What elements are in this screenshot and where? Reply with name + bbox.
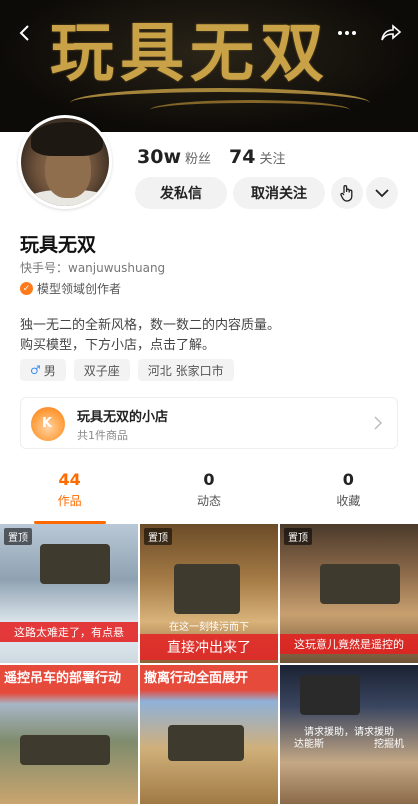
tab-favorites[interactable]: 0 收藏 [279, 470, 418, 524]
tag-gender: ♂ 男 [20, 359, 66, 381]
followers-label: 粉丝 [185, 152, 212, 167]
profile-name: 玩具无双 [20, 234, 97, 256]
shop-logo-letter: K [42, 416, 53, 431]
truck-shape [40, 544, 110, 584]
video-thumbnail[interactable]: 置顶 这玩意儿竟然是遥控的 [280, 524, 418, 663]
followers-stat[interactable]: 30w 粉丝 [137, 146, 211, 168]
tag-zodiac: 双子座 [73, 359, 130, 381]
following-stat[interactable]: 74 关注 [229, 146, 285, 168]
video-thumbnail[interactable]: 置顶 这路太难走了，有点悬 [0, 524, 138, 663]
content-tabs: 44 作品 0 动态 0 收藏 [0, 470, 418, 524]
video-caption: 直接冲出来了 [140, 634, 278, 660]
bio-line: 独一无二的全新风格，数一数二的内容质量。 [20, 318, 281, 333]
shop-subtitle: 共1件商品 [77, 429, 128, 442]
tab-count: 0 [342, 470, 354, 489]
unfollow-button[interactable]: 取消关注 [233, 177, 325, 209]
tag-location: 河北 张家口市 [137, 359, 234, 381]
stats: 30w 粉丝 74 关注 [137, 146, 285, 168]
send-message-button[interactable]: 发私信 [135, 177, 227, 209]
followers-count: 30w [137, 146, 181, 168]
shop-entry[interactable]: K 玩具无双的小店 共1件商品 [20, 397, 398, 449]
hand-icon [340, 185, 353, 202]
following-label: 关注 [259, 152, 286, 167]
avatar[interactable] [18, 115, 112, 209]
creator-label: 模型领域创作者 [37, 282, 122, 296]
tab-label: 收藏 [336, 494, 361, 508]
profile-banner: 玩具无双 [0, 0, 418, 132]
excavator-shape [300, 675, 360, 715]
tab-label: 动态 [196, 494, 221, 508]
tank-shape [320, 564, 400, 604]
poke-hand-button[interactable] [331, 177, 363, 209]
chevron-right-icon [373, 415, 389, 431]
banner-title: 玩具无双 [50, 16, 330, 91]
back-icon[interactable] [8, 16, 42, 50]
video-title: 遥控吊车的部署行动 [4, 671, 122, 686]
tab-works[interactable]: 44 作品 [0, 470, 139, 524]
avatar-hair [31, 122, 103, 156]
creator-badge: ✓ 模型领域创作者 [20, 280, 121, 297]
crane-shape [20, 735, 110, 765]
video-thumbnail[interactable]: 置顶 在这一刻犊污而下 直接冲出来了 [140, 524, 278, 663]
shop-title: 玩具无双的小店 [77, 410, 169, 425]
more-dots-icon[interactable] [330, 16, 364, 50]
male-icon: ♂ [30, 363, 41, 377]
truck-shape [174, 564, 240, 614]
more-options-button[interactable] [366, 177, 398, 209]
tab-count: 0 [203, 470, 215, 489]
truck-shape [168, 725, 244, 761]
video-thumbnail[interactable]: 遥控吊车的部署行动 [0, 665, 138, 804]
video-thumbnail[interactable]: 请求援助，请求援助 达能斯 挖掘机 [280, 665, 418, 804]
banner-swoosh-2 [150, 100, 350, 120]
bio: 独一无二的全新风格，数一数二的内容质量。 购买模型，下方小店，点击了解。 [20, 316, 280, 356]
pinned-badge: 置顶 [144, 528, 172, 545]
following-count: 74 [229, 146, 256, 168]
video-caption: 达能斯 挖掘机 [294, 739, 404, 750]
bio-line: 购买模型，下方小店，点击了解。 [20, 338, 216, 353]
video-thumbnail[interactable]: 撤离行动全面展开 [140, 665, 278, 804]
pinned-badge: 置顶 [284, 528, 312, 545]
profile-tags: ♂ 男 双子座 河北 张家口市 [20, 359, 234, 381]
shop-logo-icon: K [31, 407, 65, 441]
video-subcaption: 在这一刻犊污而下 [169, 622, 249, 633]
tab-moments[interactable]: 0 动态 [139, 470, 278, 524]
share-icon[interactable] [374, 16, 408, 50]
video-caption: 这玩意儿竟然是遥控的 [280, 634, 418, 654]
video-title: 撤离行动全面展开 [144, 671, 249, 686]
pinned-badge: 置顶 [4, 528, 32, 545]
tab-label: 作品 [57, 494, 82, 508]
video-caption: 这路太难走了，有点悬 [0, 622, 138, 642]
tab-count: 44 [58, 470, 81, 489]
tag-gender-label: 男 [43, 363, 56, 378]
user-id: 快手号：wanjuwushuang [20, 261, 166, 275]
chevron-down-icon [375, 188, 389, 197]
check-badge-icon: ✓ [20, 282, 33, 295]
